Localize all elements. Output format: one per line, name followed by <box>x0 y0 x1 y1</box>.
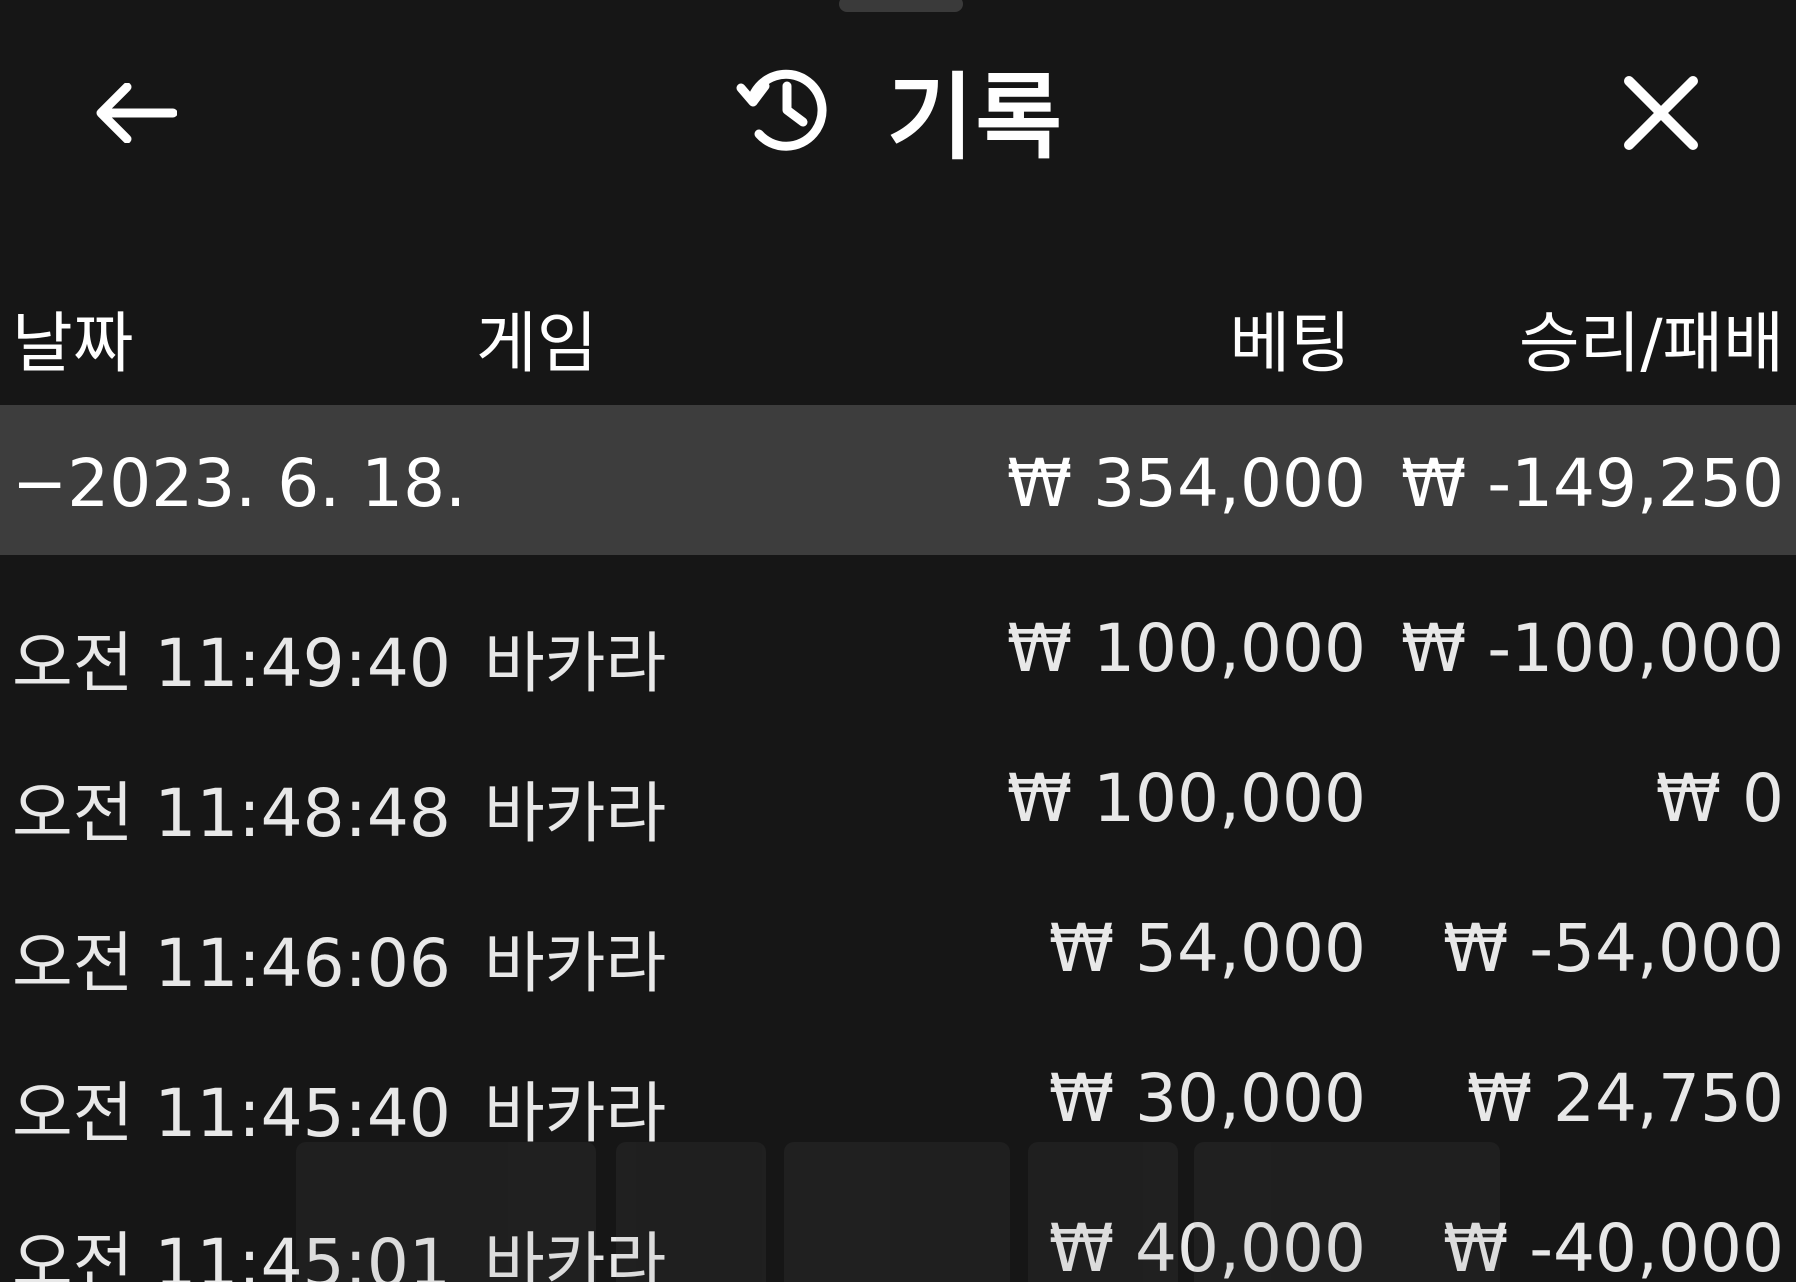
column-header-game: 게임 <box>476 305 598 382</box>
record-bet: ₩ 100,000 <box>1006 610 1366 687</box>
record-bet: ₩ 40,000 <box>1048 1210 1366 1282</box>
page-title: 기록 <box>887 64 1064 173</box>
record-bet: ₩ 54,000 <box>1048 910 1366 987</box>
record-row[interactable]: 오전 11:49:40 바카라 ₩ 100,000 ₩ -100,000 <box>0 570 1796 720</box>
record-bet: ₩ 100,000 <box>1006 760 1366 837</box>
history-sheet: 기록 날짜 게임 베팅 승리/패배 −2023. 6. 18. ₩ 354,00… <box>0 0 1796 1282</box>
column-header-result: 승리/패배 <box>1518 305 1784 382</box>
record-row[interactable]: 오전 11:48:48 바카라 ₩ 100,000 ₩ 0 <box>0 720 1796 870</box>
record-time: 오전 11:46:06 <box>12 925 451 1002</box>
close-icon <box>1621 73 1701 157</box>
group-result-total: ₩ -149,250 <box>1401 445 1784 522</box>
history-clock-icon <box>735 58 835 162</box>
record-game: 바카라 <box>484 1075 667 1152</box>
record-result: ₩ -100,000 <box>1401 610 1784 687</box>
record-result: ₩ 0 <box>1655 760 1784 837</box>
record-game: 바카라 <box>484 925 667 1002</box>
header: 기록 <box>0 0 1796 230</box>
record-game: 바카라 <box>484 625 667 702</box>
record-time: 오전 11:49:40 <box>12 625 451 702</box>
group-date: −2023. 6. 18. <box>12 445 467 522</box>
column-header-bet: 베팅 <box>1229 305 1351 382</box>
record-result: ₩ -54,000 <box>1443 910 1784 987</box>
record-list: 오전 11:49:40 바카라 ₩ 100,000 ₩ -100,000 오전 … <box>0 570 1796 1282</box>
column-headers: 날짜 게임 베팅 승리/패배 <box>0 280 1796 382</box>
record-row[interactable]: 오전 11:45:01 바카라 ₩ 40,000 ₩ -40,000 <box>0 1170 1796 1282</box>
record-bet: ₩ 30,000 <box>1048 1060 1366 1137</box>
record-row[interactable]: 오전 11:46:06 바카라 ₩ 54,000 ₩ -54,000 <box>0 870 1796 1020</box>
back-button[interactable] <box>80 70 190 160</box>
record-time: 오전 11:45:01 <box>12 1225 451 1282</box>
record-time: 오전 11:45:40 <box>12 1075 451 1152</box>
record-game: 바카라 <box>484 1225 667 1282</box>
record-row[interactable]: 오전 11:45:40 바카라 ₩ 30,000 ₩ 24,750 <box>0 1020 1796 1170</box>
date-group-row[interactable]: −2023. 6. 18. ₩ 354,000 ₩ -149,250 <box>0 405 1796 555</box>
group-bet-total: ₩ 354,000 <box>1006 445 1366 522</box>
arrow-left-icon <box>93 82 178 147</box>
record-game: 바카라 <box>484 775 667 852</box>
close-button[interactable] <box>1606 60 1716 170</box>
record-result: ₩ -40,000 <box>1443 1210 1784 1282</box>
record-result: ₩ 24,750 <box>1466 1060 1784 1137</box>
record-time: 오전 11:48:48 <box>12 775 451 852</box>
title-group: 기록 <box>735 50 1064 173</box>
column-header-date: 날짜 <box>12 305 134 382</box>
